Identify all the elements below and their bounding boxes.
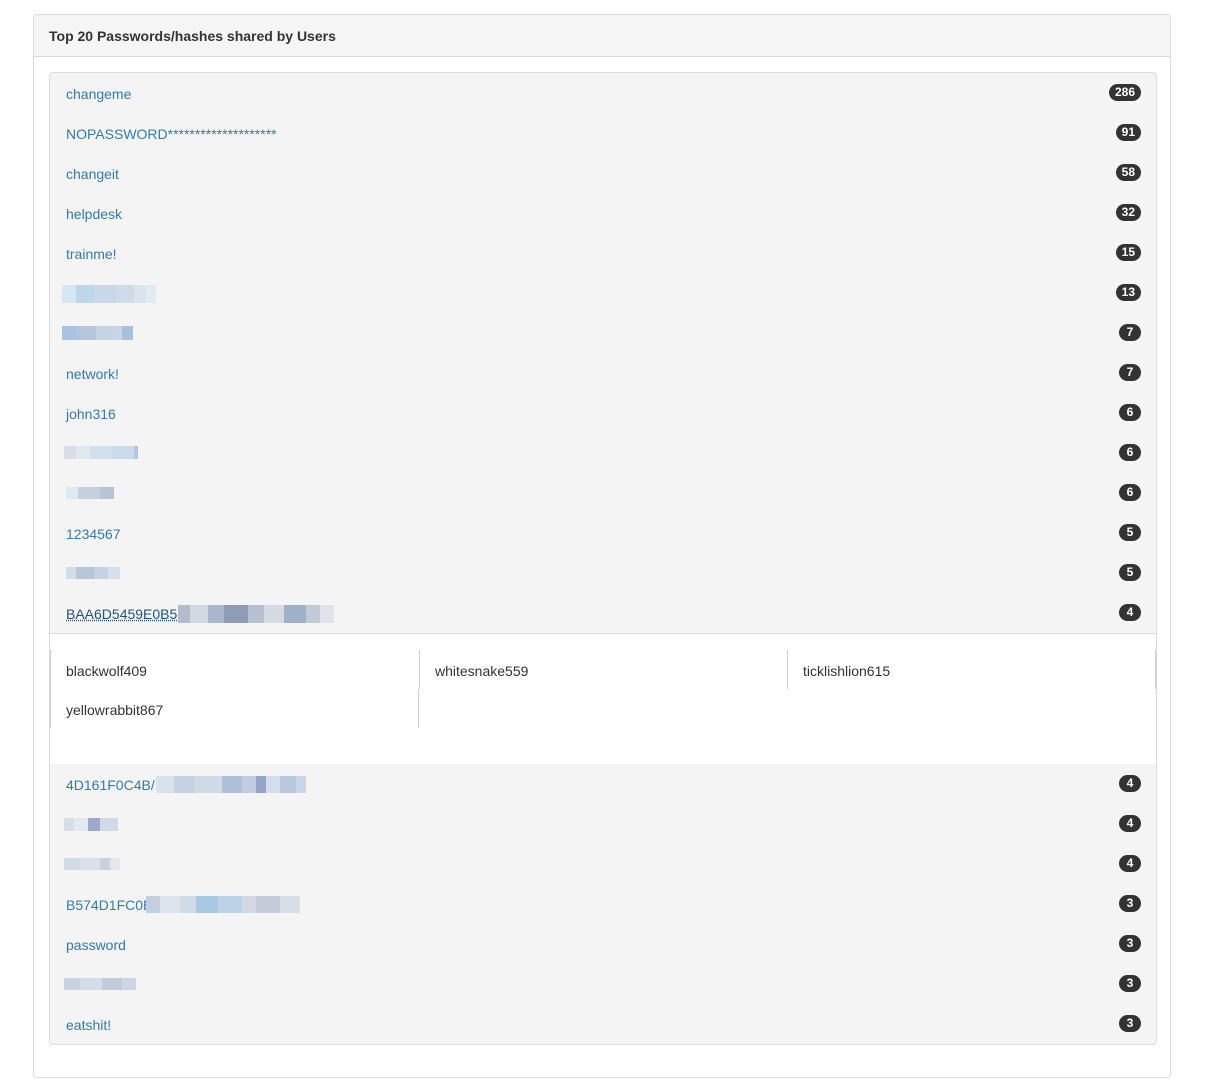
count-badge: 4 xyxy=(1119,775,1141,792)
count-badge: 91 xyxy=(1115,124,1141,141)
count-badge: 7 xyxy=(1119,324,1141,341)
user-cell: blackwolf409 xyxy=(50,650,419,689)
list-item[interactable]: 7 xyxy=(50,313,1156,353)
count-badge: 13 xyxy=(1115,284,1141,301)
list-item[interactable]: network! 7 xyxy=(50,353,1156,393)
password-link[interactable]: network! xyxy=(66,366,119,382)
redacted-text[interactable] xyxy=(66,487,114,499)
list-item[interactable]: NOPASSWORD******************** 91 xyxy=(50,113,1156,153)
list-item[interactable]: helpdesk 32 xyxy=(50,193,1156,233)
password-link[interactable]: 4D161F0C4B/ xyxy=(66,777,155,793)
redacted-text[interactable] xyxy=(156,776,306,793)
shared-users-panel: blackwolf409 whitesnake559 ticklishlion6… xyxy=(50,633,1156,764)
count-badge: 3 xyxy=(1119,935,1141,952)
list-item[interactable]: 4D161F0C4B/ 4 xyxy=(50,764,1156,804)
count-badge: 6 xyxy=(1119,404,1141,421)
password-link[interactable]: NOPASSWORD******************** xyxy=(66,126,277,142)
list-item[interactable]: trainme! 15 xyxy=(50,233,1156,273)
count-badge: 4 xyxy=(1119,815,1141,832)
user-cell: ticklishlion615 xyxy=(787,650,1156,689)
count-badge: 6 xyxy=(1119,484,1141,501)
count-badge: 3 xyxy=(1119,895,1141,912)
password-link[interactable]: helpdesk xyxy=(66,206,122,222)
panel-title: Top 20 Passwords/hashes shared by Users xyxy=(34,15,1170,57)
list-item[interactable]: changeme 286 xyxy=(50,73,1156,113)
user-cell: whitesnake559 xyxy=(419,650,787,689)
list-item[interactable]: 6 xyxy=(50,433,1156,473)
redacted-text[interactable] xyxy=(178,605,334,623)
list-item[interactable]: changeit 58 xyxy=(50,153,1156,193)
list-item[interactable]: 6 xyxy=(50,473,1156,513)
list-item[interactable]: eatshit! 3 xyxy=(50,1004,1156,1044)
list-item[interactable]: B574D1FC0E 3 xyxy=(50,884,1156,924)
count-badge: 15 xyxy=(1115,244,1141,261)
count-badge: 32 xyxy=(1115,204,1141,221)
count-badge: 5 xyxy=(1119,564,1141,581)
count-badge: 3 xyxy=(1119,975,1141,992)
password-link[interactable]: trainme! xyxy=(66,246,117,262)
count-badge: 286 xyxy=(1108,84,1141,101)
password-link[interactable]: BAA6D5459E0B5 xyxy=(66,606,177,622)
list-item[interactable]: john316 6 xyxy=(50,393,1156,433)
passwords-panel: Top 20 Passwords/hashes shared by Users … xyxy=(33,14,1171,1078)
redacted-text[interactable] xyxy=(64,818,118,831)
password-link[interactable]: B574D1FC0E xyxy=(66,897,152,913)
count-badge: 3 xyxy=(1119,1015,1141,1032)
count-badge: 6 xyxy=(1119,444,1141,461)
count-badge: 7 xyxy=(1119,364,1141,381)
count-badge: 4 xyxy=(1119,604,1141,621)
list-item[interactable]: 5 xyxy=(50,553,1156,593)
list-item[interactable]: 4 xyxy=(50,804,1156,844)
redacted-text[interactable] xyxy=(146,896,300,913)
password-link[interactable]: changeme xyxy=(66,86,131,102)
list-item-active[interactable]: BAA6D5459E0B5 4 xyxy=(50,593,1156,633)
list-item[interactable]: password 3 xyxy=(50,924,1156,964)
redacted-text[interactable] xyxy=(64,446,138,459)
password-link[interactable]: john316 xyxy=(66,406,116,422)
password-link[interactable]: password xyxy=(66,937,126,953)
password-link[interactable]: eatshit! xyxy=(66,1017,111,1033)
redacted-text[interactable] xyxy=(62,326,133,340)
password-list: changeme 286 NOPASSWORD*****************… xyxy=(49,72,1157,1045)
redacted-text[interactable] xyxy=(62,285,156,303)
count-badge: 4 xyxy=(1119,855,1141,872)
list-item[interactable]: 4 xyxy=(50,844,1156,884)
redacted-text[interactable] xyxy=(64,858,120,870)
password-link[interactable]: changeit xyxy=(66,166,119,182)
redacted-text[interactable] xyxy=(66,567,120,579)
count-badge: 58 xyxy=(1115,164,1141,181)
count-badge: 5 xyxy=(1119,524,1141,541)
user-cell: yellowrabbit867 xyxy=(50,689,419,728)
list-item[interactable]: 3 xyxy=(50,964,1156,1004)
list-item[interactable]: 1234567 5 xyxy=(50,513,1156,553)
redacted-text[interactable] xyxy=(64,978,136,990)
password-link[interactable]: 1234567 xyxy=(66,526,121,542)
list-item[interactable]: 13 xyxy=(50,273,1156,313)
